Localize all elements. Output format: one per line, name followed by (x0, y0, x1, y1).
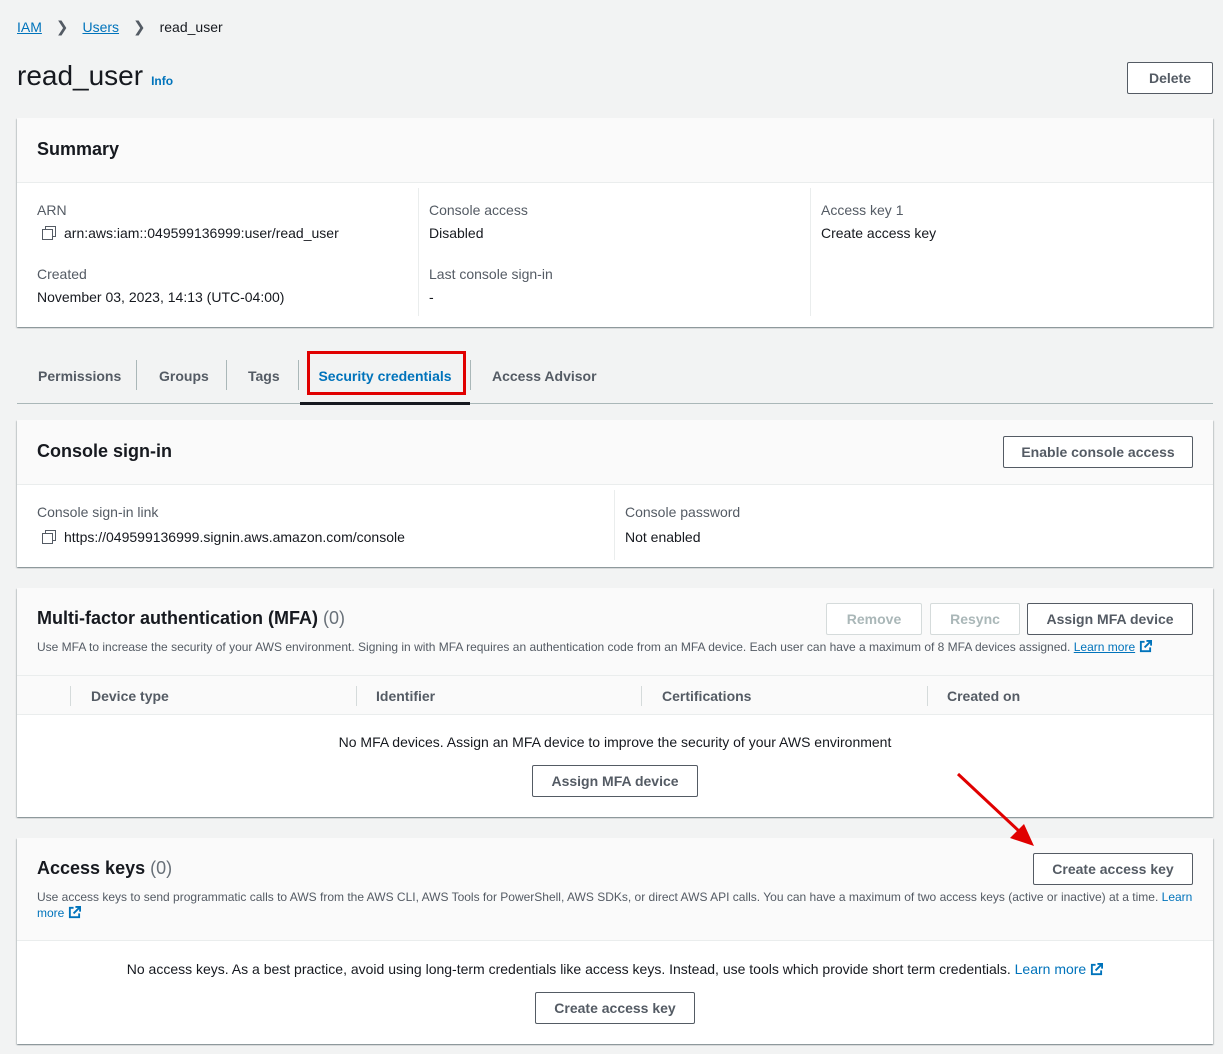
access-keys-empty-learn-more-link[interactable]: Learn more (1015, 961, 1087, 977)
mfa-heading-text: Multi-factor authentication (MFA) (37, 608, 318, 628)
tab-bar: Permissions Groups Tags Security credent… (17, 348, 1213, 405)
access-keys-heading-text: Access keys (37, 858, 146, 878)
column-identifier[interactable]: Identifier (376, 676, 435, 716)
signin-link-value: https://049599136999.signin.aws.amazon.c… (64, 529, 405, 545)
mfa-header: Multi-factor authentication (MFA) (0) Re… (17, 588, 1213, 675)
mfa-table-header: Device type Identifier Certifications Cr… (17, 675, 1213, 715)
divider (418, 188, 419, 316)
console-access-label: Console access (429, 202, 528, 218)
mfa-heading: Multi-factor authentication (MFA) (0) (37, 608, 345, 629)
console-access-value: Disabled (429, 225, 484, 241)
breadcrumb-users-link[interactable]: Users (82, 19, 119, 35)
column-divider (641, 686, 642, 706)
mfa-description: Use MFA to increase the security of your… (37, 639, 1197, 655)
arn-value: arn:aws:iam::049599136999:user/read_user (64, 225, 339, 241)
tab-groups[interactable]: Groups (159, 348, 209, 403)
console-access-field: Console access Disabled (429, 202, 528, 241)
annotation-arrow (956, 772, 1034, 846)
tab-divider (136, 360, 137, 390)
tab-access-advisor[interactable]: Access Advisor (492, 348, 597, 403)
copy-icon[interactable] (42, 226, 56, 240)
tab-divider (298, 360, 299, 390)
last-signin-value: - (429, 289, 434, 305)
create-access-key-link[interactable]: Create access key (821, 225, 936, 241)
remove-mfa-button[interactable]: Remove (826, 603, 922, 635)
access-keys-heading: Access keys (0) (37, 858, 172, 879)
external-link-icon (1140, 640, 1153, 653)
created-field: Created November 03, 2023, 14:13 (UTC-04… (37, 266, 284, 305)
tab-divider (226, 360, 227, 390)
access-keys-header: Access keys (0) Create access key Use ac… (17, 838, 1213, 941)
signin-link-field: Console sign-in link https://04959913699… (37, 504, 405, 545)
divider (810, 188, 811, 316)
console-signin-heading: Console sign-in (37, 441, 172, 461)
console-signin-panel: Console sign-in Enable console access Co… (17, 420, 1213, 567)
external-link-icon (69, 906, 82, 919)
active-tab-indicator (300, 402, 470, 405)
copy-icon[interactable] (42, 530, 56, 544)
created-value: November 03, 2023, 14:13 (UTC-04:00) (37, 289, 285, 305)
summary-header: Summary (17, 118, 1213, 183)
column-divider (927, 686, 928, 706)
last-signin-field: Last console sign-in - (429, 266, 553, 305)
mfa-learn-more-link[interactable]: Learn more (1074, 640, 1135, 654)
column-device-type[interactable]: Device type (91, 676, 169, 716)
mfa-description-text: Use MFA to increase the security of your… (37, 640, 1071, 654)
assign-mfa-device-button[interactable]: Assign MFA device (1027, 603, 1193, 635)
tab-tags[interactable]: Tags (248, 348, 280, 403)
chevron-right-icon: ❯ (133, 19, 146, 36)
access-keys-empty-state: No access keys. As a best practice, avoi… (17, 961, 1213, 977)
create-access-key-button[interactable]: Create access key (1033, 853, 1193, 885)
info-link[interactable]: Info (151, 74, 173, 88)
column-certifications[interactable]: Certifications (662, 676, 751, 716)
signin-link-label: Console sign-in link (37, 504, 159, 520)
console-password-label: Console password (625, 504, 741, 520)
breadcrumb: IAM ❯ Users ❯ read_user (17, 18, 223, 36)
access-key-label: Access key 1 (821, 202, 904, 218)
tab-divider (470, 360, 471, 390)
mfa-empty-state: No MFA devices. Assign an MFA device to … (338, 734, 892, 750)
external-link-icon (1091, 963, 1104, 976)
access-keys-panel: Access keys (0) Create access key Use ac… (17, 838, 1213, 1044)
assign-mfa-device-empty-button[interactable]: Assign MFA device (532, 765, 698, 797)
column-divider (70, 686, 71, 706)
chevron-right-icon: ❯ (55, 19, 69, 36)
access-keys-description-text: Use access keys to send programmatic cal… (37, 890, 1159, 904)
tab-permissions[interactable]: Permissions (38, 348, 121, 403)
resync-mfa-button[interactable]: Resync (930, 603, 1020, 635)
summary-panel: Summary ARN arn:aws:iam::049599136999:us… (17, 118, 1213, 327)
access-keys-description: Use access keys to send programmatic cal… (37, 889, 1195, 921)
create-access-key-empty-button[interactable]: Create access key (535, 992, 695, 1024)
delete-button[interactable]: Delete (1127, 62, 1213, 94)
access-keys-count: (0) (150, 858, 173, 878)
console-password-field: Console password Not enabled (625, 504, 740, 545)
page-title: read_user (17, 60, 144, 91)
breadcrumb-current: read_user (159, 19, 223, 35)
mfa-count: (0) (323, 608, 345, 628)
access-keys-empty-text: No access keys. As a best practice, avoi… (126, 961, 1011, 977)
column-created-on[interactable]: Created on (947, 676, 1020, 716)
divider (614, 490, 615, 560)
last-signin-label: Last console sign-in (429, 266, 553, 282)
arn-field: ARN arn:aws:iam::049599136999:user/read_… (37, 202, 339, 241)
arn-label: ARN (37, 202, 67, 218)
summary-heading: Summary (37, 139, 120, 159)
console-signin-header: Console sign-in Enable console access (17, 420, 1213, 485)
page-header: read_user Info (17, 60, 173, 92)
console-password-value: Not enabled (625, 529, 701, 545)
created-label: Created (37, 266, 87, 282)
access-key-field: Access key 1 Create access key (821, 202, 936, 241)
breadcrumb-iam-link[interactable]: IAM (17, 19, 42, 35)
enable-console-access-button[interactable]: Enable console access (1003, 436, 1193, 468)
column-divider (356, 686, 357, 706)
annotation-highlight-box (307, 351, 466, 395)
